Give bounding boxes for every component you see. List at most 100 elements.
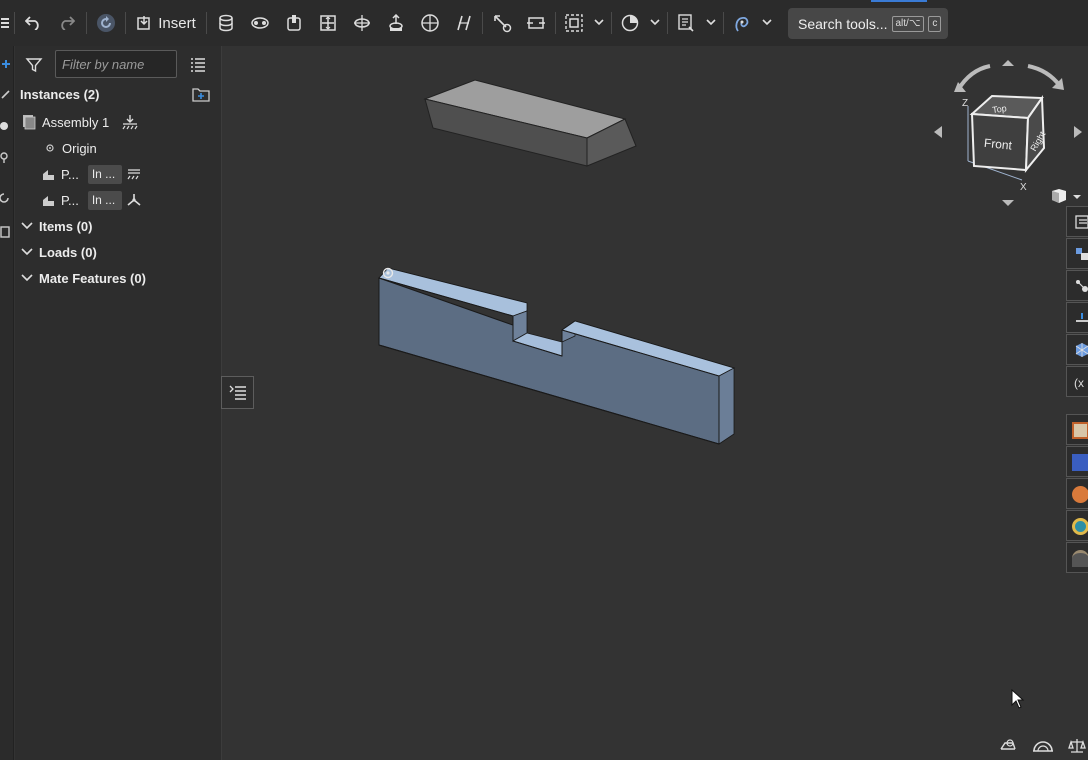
tree-item-origin[interactable]: Origin bbox=[45, 137, 97, 159]
graphics-viewport[interactable]: Z X Y Top Front Right bbox=[222, 46, 1088, 760]
fastened-mate-icon[interactable] bbox=[214, 9, 238, 37]
document-icon[interactable] bbox=[0, 226, 12, 238]
mate-connector-icon[interactable] bbox=[730, 9, 754, 37]
assembly-icon bbox=[23, 115, 36, 130]
measure-icon[interactable] bbox=[674, 9, 698, 37]
axis-z-label: Z bbox=[962, 98, 968, 109]
pencil-icon[interactable] bbox=[0, 88, 12, 100]
app-button-5[interactable] bbox=[1066, 542, 1088, 573]
insert-button[interactable]: Insert bbox=[134, 9, 198, 37]
part-badge: In ... bbox=[87, 164, 122, 184]
cube-top-label: Top bbox=[992, 103, 1008, 115]
app-icon-1 bbox=[1072, 422, 1088, 439]
svg-text:(x: (x bbox=[1074, 376, 1084, 390]
shortcut-key-c: c bbox=[928, 15, 942, 32]
chevron-down-icon[interactable] bbox=[704, 15, 718, 29]
parts-panel-button[interactable] bbox=[1066, 238, 1088, 269]
group-icon[interactable] bbox=[562, 9, 586, 37]
fixed-icon[interactable] bbox=[127, 167, 141, 181]
filter-input[interactable] bbox=[55, 50, 177, 78]
cube-front-label: Front bbox=[983, 136, 1013, 153]
hex-icon bbox=[1075, 343, 1088, 357]
origin-label: Origin bbox=[62, 140, 97, 156]
left-icon-rail bbox=[0, 46, 14, 760]
properties-panel-button[interactable] bbox=[1066, 206, 1088, 237]
parallel-mate-icon[interactable] bbox=[452, 9, 476, 37]
mate-features-header: Mate Features (0) bbox=[39, 270, 146, 286]
app-icon-3 bbox=[1072, 486, 1088, 503]
shape-icon[interactable] bbox=[0, 120, 12, 132]
pin-slot-mate-icon[interactable] bbox=[384, 9, 408, 37]
tree-item-part-1[interactable]: P... In ... bbox=[41, 163, 141, 185]
regenerate-icon[interactable] bbox=[94, 9, 118, 37]
nodes-icon bbox=[1076, 280, 1088, 292]
units-icon[interactable] bbox=[999, 737, 1017, 753]
chevron-down-icon bbox=[21, 222, 33, 230]
rotate-up-icon bbox=[1002, 60, 1014, 66]
tree-item-part-2[interactable]: P... In ... bbox=[41, 189, 141, 211]
filter-icon[interactable] bbox=[25, 56, 43, 74]
part-icon bbox=[43, 170, 54, 180]
app-button-2[interactable] bbox=[1066, 446, 1088, 477]
history-icon[interactable] bbox=[0, 192, 12, 204]
mates-panel-button[interactable] bbox=[1066, 270, 1088, 301]
redo-icon[interactable] bbox=[56, 9, 78, 37]
part-selected[interactable] bbox=[378, 267, 736, 445]
search-tools-label: Search tools... bbox=[798, 15, 888, 32]
app-icon-5 bbox=[1072, 550, 1088, 567]
menu-icon[interactable] bbox=[0, 9, 10, 37]
app-button-1[interactable] bbox=[1066, 414, 1088, 445]
variables-panel-button[interactable]: (x bbox=[1066, 366, 1088, 397]
triad-icon[interactable] bbox=[127, 193, 141, 207]
ground-icon[interactable] bbox=[122, 114, 138, 130]
chevron-down-icon[interactable] bbox=[648, 15, 662, 29]
rotate-down-icon bbox=[1002, 200, 1014, 206]
chevron-down-icon[interactable] bbox=[592, 15, 606, 29]
app-button-3[interactable] bbox=[1066, 478, 1088, 509]
loads-section[interactable]: Loads (0) bbox=[20, 241, 97, 263]
tree-item-assembly[interactable]: Assembly 1 bbox=[21, 111, 138, 133]
plane-icon bbox=[1076, 313, 1088, 322]
part-icon bbox=[43, 196, 54, 206]
part-gray[interactable] bbox=[423, 79, 637, 167]
mate-features-section[interactable]: Mate Features (0) bbox=[20, 267, 146, 289]
section-view-icon[interactable] bbox=[618, 9, 642, 37]
ball-mate-icon[interactable] bbox=[418, 9, 442, 37]
list-view-icon[interactable] bbox=[190, 56, 206, 72]
slider-mate-icon[interactable] bbox=[282, 9, 306, 37]
cylindrical-mate-icon[interactable] bbox=[350, 9, 374, 37]
list-panel-icon bbox=[1075, 215, 1088, 229]
add-icon[interactable] bbox=[0, 58, 12, 70]
mass-properties-icon[interactable] bbox=[1068, 737, 1086, 753]
appearance-panel-button[interactable] bbox=[1066, 302, 1088, 333]
dome-icon[interactable] bbox=[1032, 737, 1054, 753]
instances-header[interactable]: Instances (2) bbox=[20, 83, 99, 105]
cubes-icon bbox=[1076, 248, 1088, 260]
main-toolbar: Insert Search tools... alt/⌥ c bbox=[0, 0, 1088, 46]
undo-icon[interactable] bbox=[22, 9, 44, 37]
rotate-right-icon bbox=[1074, 126, 1082, 138]
search-tools-button[interactable]: Search tools... alt/⌥ c bbox=[788, 8, 948, 39]
chevron-down-icon[interactable] bbox=[760, 15, 774, 29]
axis-x-label: X bbox=[1020, 182, 1027, 193]
instance-panel: Instances (2) Assembly 1 Origin P... In … bbox=[15, 46, 222, 760]
key-icon[interactable] bbox=[0, 152, 12, 164]
planar-mate-icon[interactable] bbox=[316, 9, 340, 37]
replicate-icon[interactable] bbox=[524, 9, 548, 37]
view-options-button[interactable] bbox=[1044, 188, 1084, 206]
app-button-4[interactable] bbox=[1066, 510, 1088, 541]
items-header: Items (0) bbox=[39, 218, 93, 234]
revolute-mate-icon[interactable] bbox=[248, 9, 272, 37]
insert-icon bbox=[137, 16, 150, 30]
app-icon-2 bbox=[1072, 454, 1088, 471]
gear-relation-icon[interactable] bbox=[490, 9, 514, 37]
shortcut-key-alt: alt/⌥ bbox=[891, 15, 925, 32]
loads-header: Loads (0) bbox=[39, 244, 97, 260]
part-name: P... bbox=[61, 192, 79, 208]
new-folder-icon[interactable] bbox=[192, 86, 210, 102]
rotate-left-icon bbox=[934, 126, 942, 138]
mouse-cursor-icon bbox=[1011, 689, 1025, 709]
items-section[interactable]: Items (0) bbox=[20, 215, 92, 237]
tab-accent-bar bbox=[871, 0, 927, 2]
render-panel-button[interactable] bbox=[1066, 334, 1088, 365]
